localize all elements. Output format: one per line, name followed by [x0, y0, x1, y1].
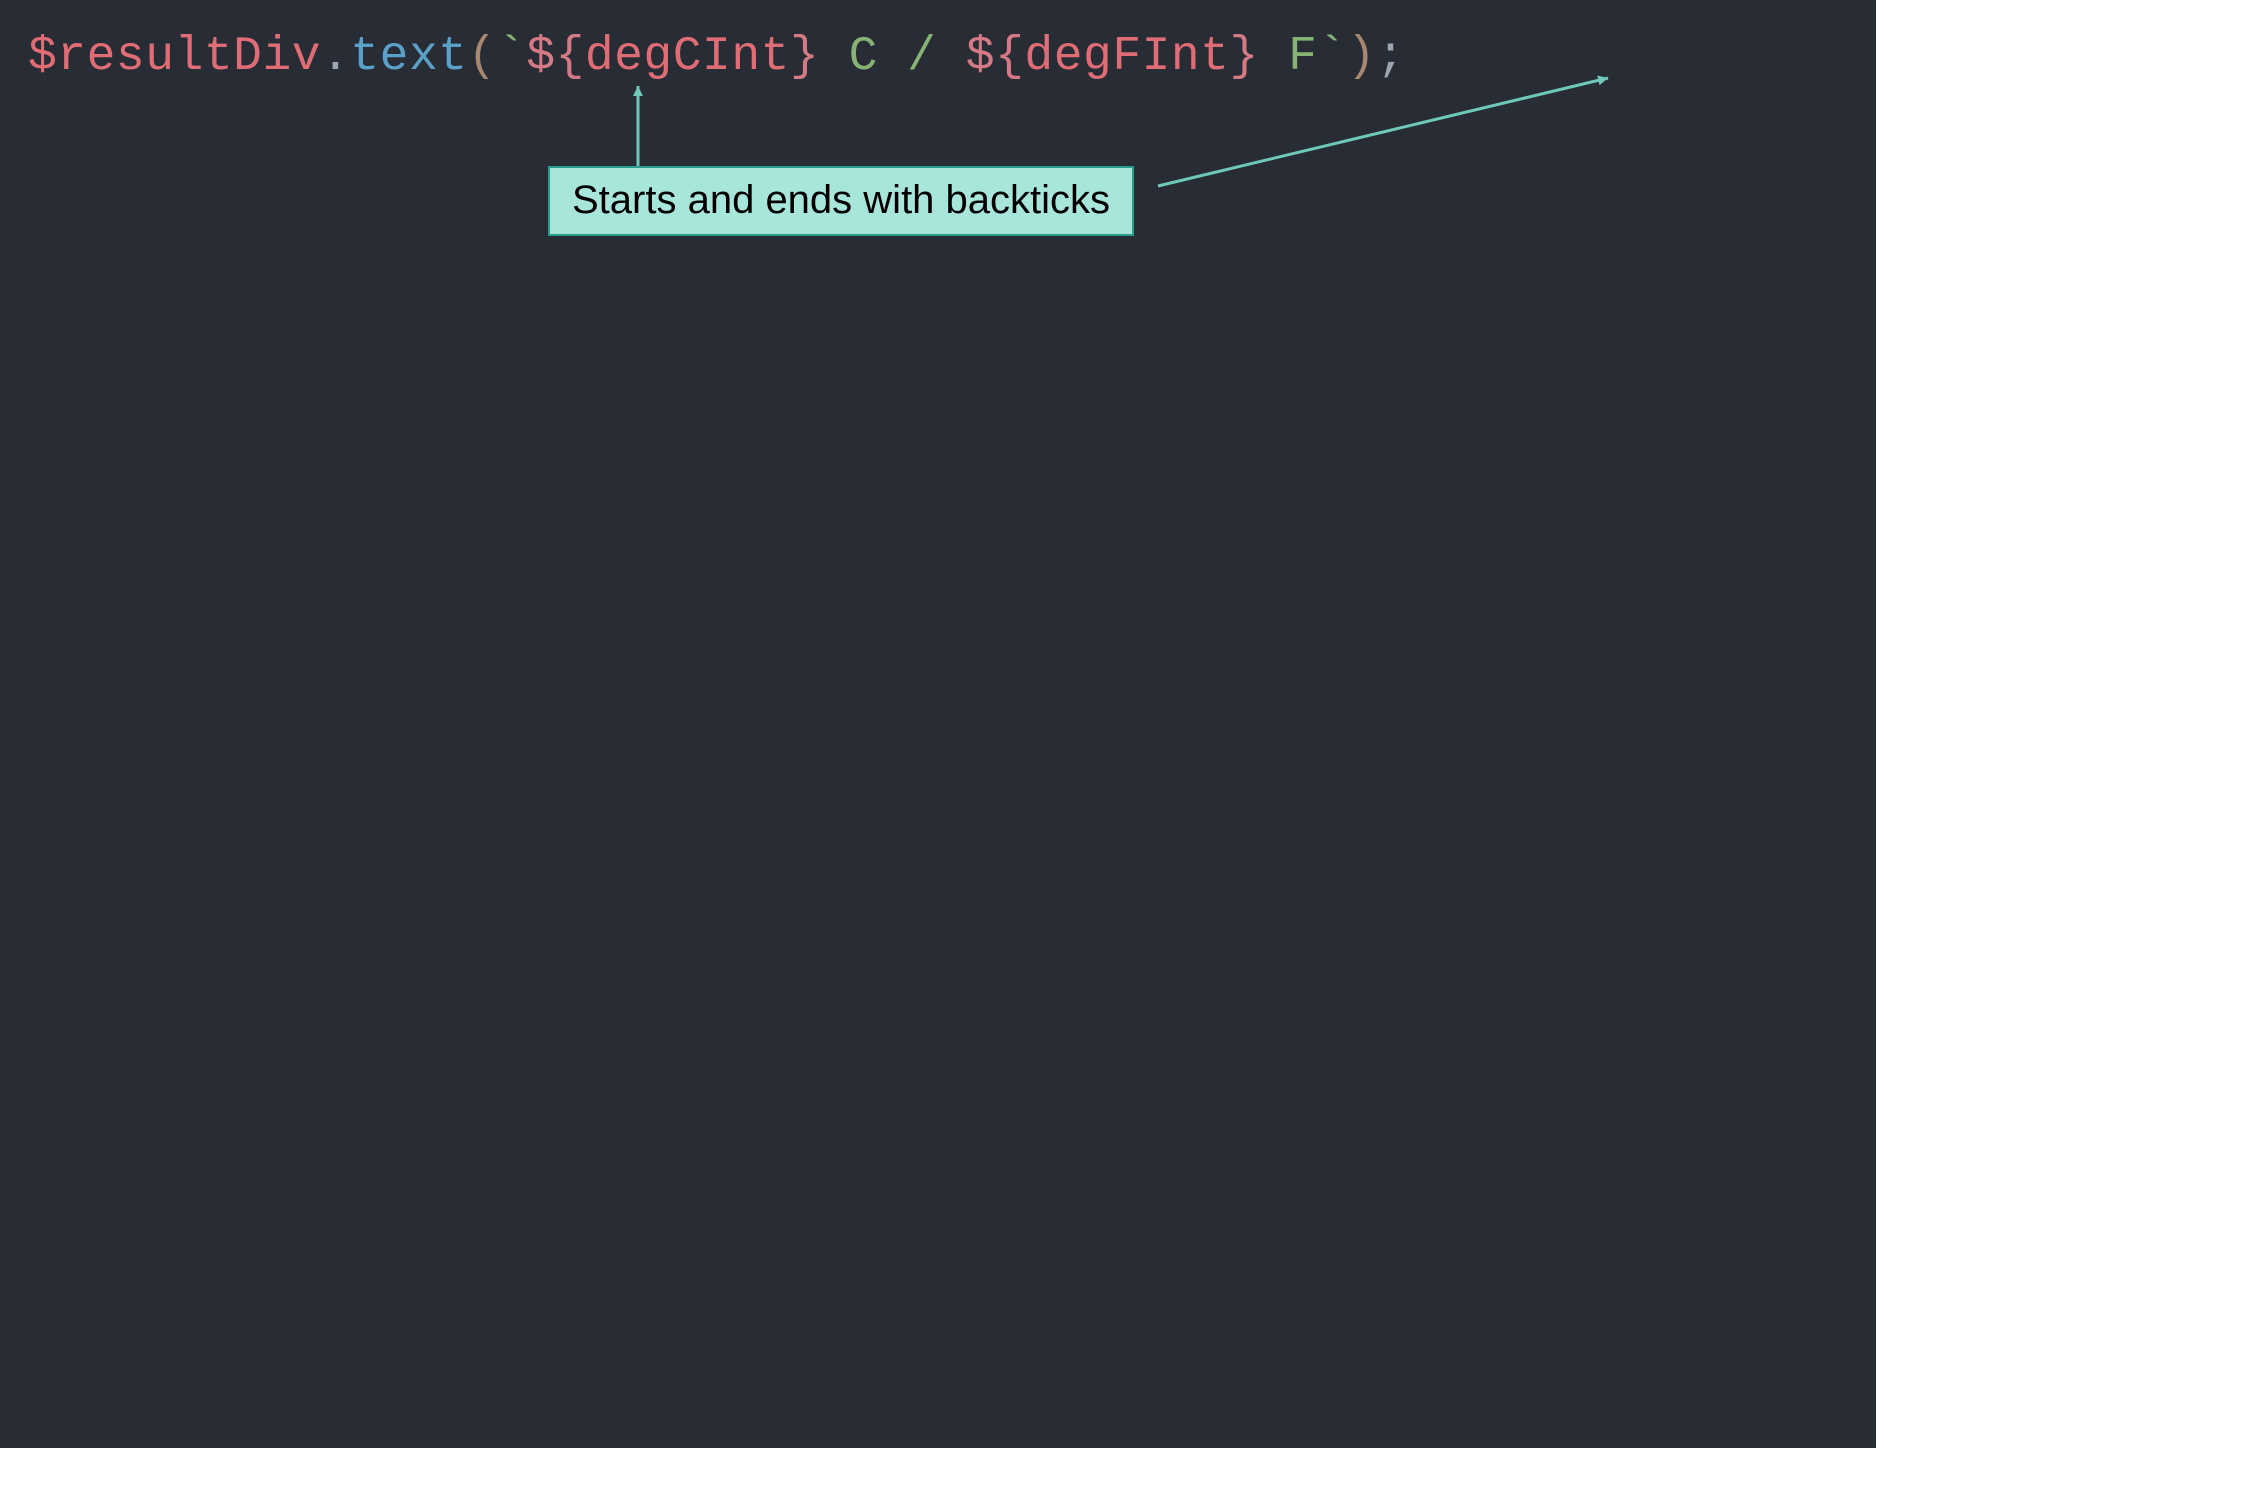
code-token-interp-close: }: [790, 30, 819, 84]
code-token-ident: degCInt: [585, 30, 790, 84]
code-token-paren-close: ): [1347, 30, 1376, 84]
code-token-dot: .: [321, 30, 350, 84]
code-token-backtick-close: `: [1317, 30, 1346, 84]
code-token-backtick-open: `: [497, 30, 526, 84]
slide: $resultDiv.text(`${degCInt} C / ${degFIn…: [0, 0, 2262, 1508]
code-line: $resultDiv.text(`${degCInt} C / ${degFIn…: [28, 30, 1405, 84]
code-token-variable: $resultDiv: [28, 30, 321, 84]
callout-box: Starts and ends with backticks: [548, 166, 1134, 236]
code-token-semicolon: ;: [1376, 30, 1405, 84]
code-token-string-end: F: [1259, 30, 1318, 84]
callout-text: Starts and ends with backticks: [572, 178, 1110, 222]
code-token-paren-open: (: [468, 30, 497, 84]
code-token-method: text: [350, 30, 467, 84]
code-token-ident-2: degFInt: [1024, 30, 1229, 84]
code-token-interp-close-2: }: [1230, 30, 1259, 84]
code-token-interp-open: ${: [526, 30, 585, 84]
code-token-interp-open-2: ${: [966, 30, 1025, 84]
code-token-string-mid: C /: [819, 30, 966, 84]
